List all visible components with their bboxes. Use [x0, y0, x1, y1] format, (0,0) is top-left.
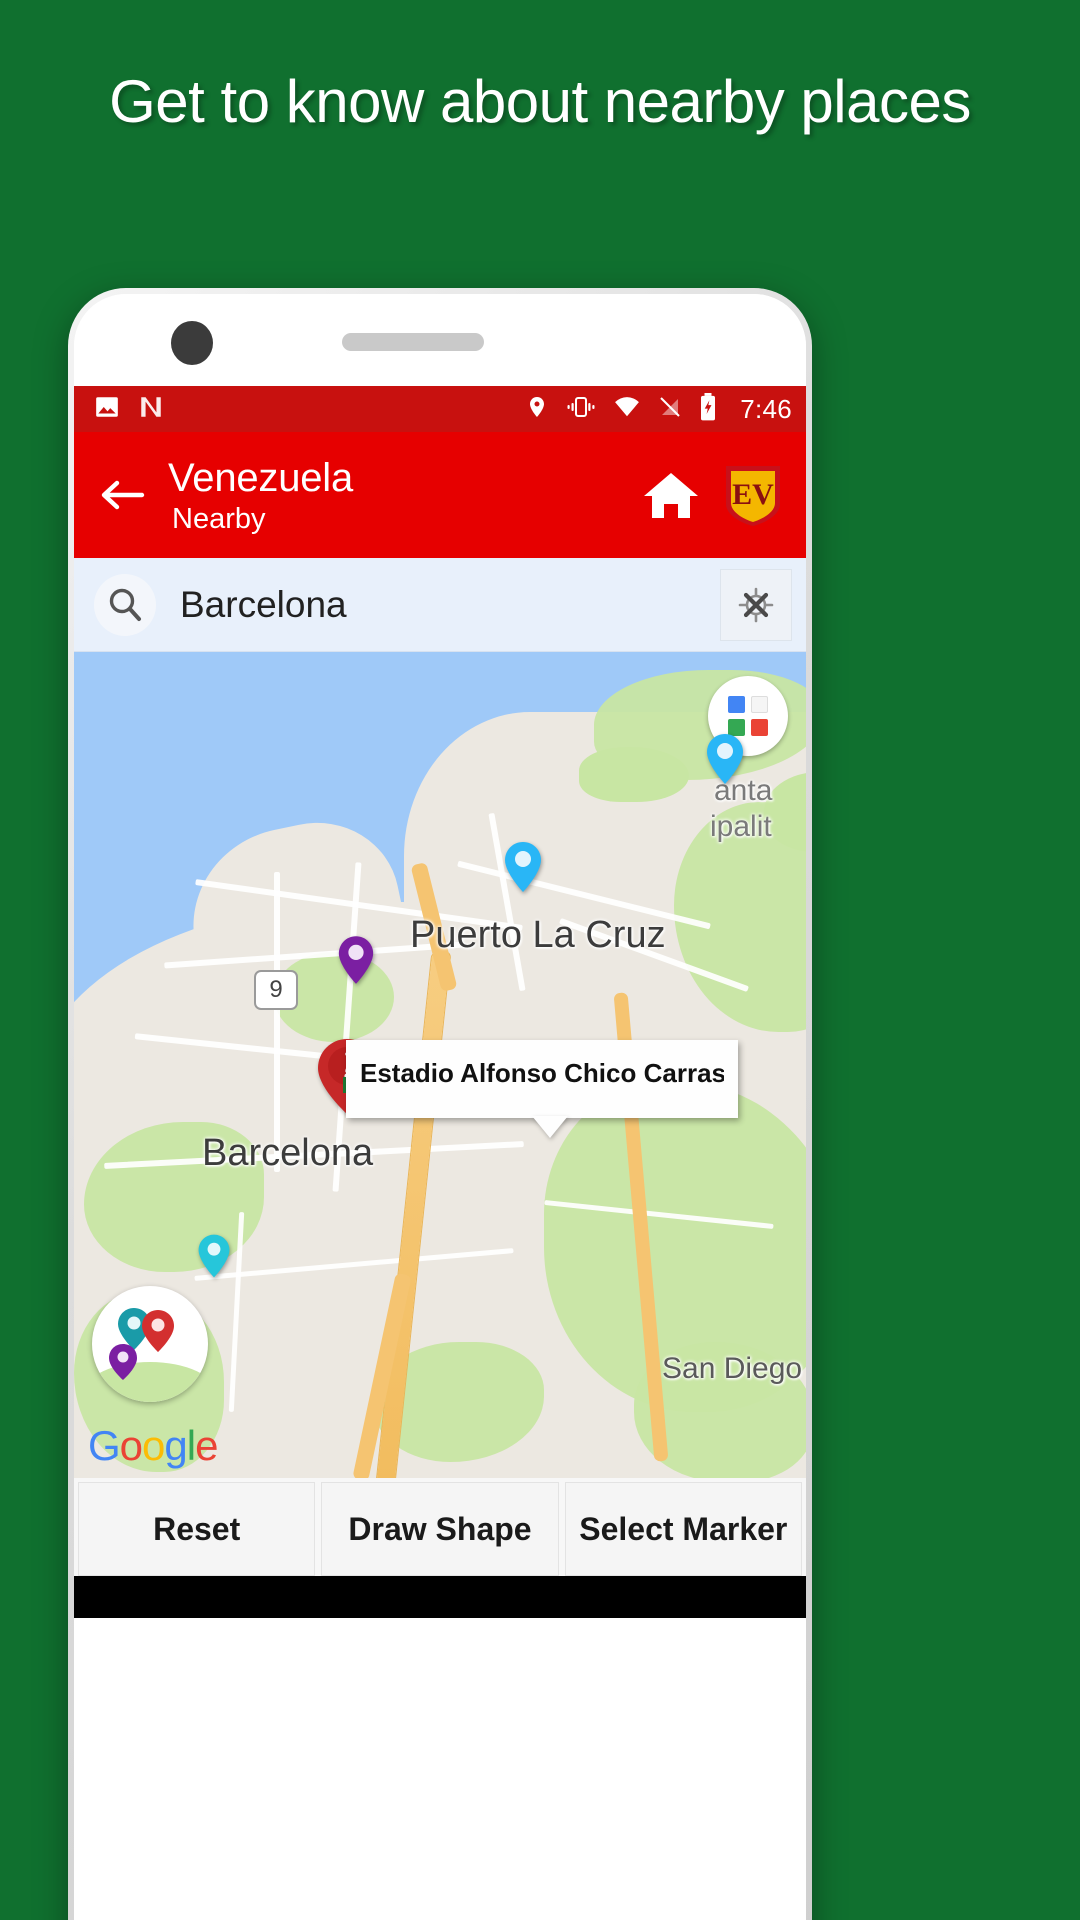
- back-button[interactable]: [92, 464, 154, 526]
- signal-off-icon: [658, 394, 682, 425]
- page-title: Venezuela: [168, 455, 354, 500]
- clear-location-button[interactable]: [720, 568, 792, 641]
- earpiece-speaker: [342, 333, 484, 351]
- search-input[interactable]: Barcelona: [180, 584, 720, 626]
- battery-charging-icon: [699, 392, 717, 426]
- reset-button[interactable]: Reset: [78, 1482, 316, 1576]
- phone-frame: 7:46 Venezuela Nearby EV Barcelona 9 Est…: [68, 288, 812, 1920]
- info-window-title: Estadio Alfonso Chico Carrasquel: [360, 1058, 724, 1088]
- map-label-puerto-la-cruz: Puerto La Cruz: [410, 914, 666, 956]
- google-watermark: Google: [88, 1422, 218, 1469]
- toolbar-actions: EV: [638, 462, 784, 528]
- draw-shape-button[interactable]: Draw Shape: [321, 1482, 559, 1576]
- marker-legend-button[interactable]: [92, 1286, 208, 1402]
- android-status-bar: 7:46: [74, 386, 806, 432]
- home-button[interactable]: [638, 462, 704, 528]
- camera-icon: [171, 321, 213, 365]
- image-icon: [94, 394, 120, 425]
- phone-bezel-top: [74, 294, 806, 386]
- search-bar[interactable]: Barcelona: [74, 558, 806, 652]
- layers-icon: [728, 696, 768, 736]
- map-marker-purple[interactable]: [336, 934, 376, 986]
- select-marker-button[interactable]: Select Marker: [564, 1482, 802, 1576]
- map-street: [274, 872, 280, 1172]
- page-subtitle: Nearby: [172, 502, 266, 535]
- map-marker-blue[interactable]: [704, 732, 746, 786]
- map-label-ipalit: ipalit: [710, 810, 772, 843]
- status-bar-system-icons: 7:46: [525, 392, 792, 426]
- map-view[interactable]: 9 Estadio Alfonso Chico Carrasquel: [74, 652, 806, 1478]
- nfc-icon: [138, 394, 164, 425]
- app-logo[interactable]: EV: [722, 462, 784, 528]
- location-icon: [525, 394, 549, 425]
- search-icon[interactable]: [94, 573, 156, 636]
- status-bar-clock: 7:46: [740, 393, 792, 424]
- app-toolbar: Venezuela Nearby EV: [74, 432, 806, 558]
- route-shield: 9: [254, 970, 298, 1010]
- toolbar-title-group: Venezuela Nearby: [168, 455, 638, 536]
- phone-screen: 7:46 Venezuela Nearby EV Barcelona 9 Est…: [74, 294, 806, 1920]
- promo-headline: Get to know about nearby places: [109, 68, 971, 135]
- map-marker-stadium[interactable]: [502, 840, 544, 894]
- vibrate-icon: [566, 394, 596, 425]
- info-window-tail: [532, 1116, 568, 1138]
- map-label-san-diego: San Diego: [662, 1352, 803, 1385]
- android-navigation-bar: [74, 1576, 806, 1618]
- wifi-icon: [613, 394, 641, 425]
- map-info-window[interactable]: Estadio Alfonso Chico Carrasquel: [346, 1040, 738, 1138]
- map-action-bar: Reset Draw Shape Select Marker: [74, 1478, 806, 1576]
- svg-text:EV: EV: [732, 478, 774, 511]
- status-bar-notifications: [94, 394, 164, 425]
- map-label-barcelona: Barcelona: [202, 1132, 374, 1174]
- map-marker-cyan[interactable]: [196, 1232, 232, 1280]
